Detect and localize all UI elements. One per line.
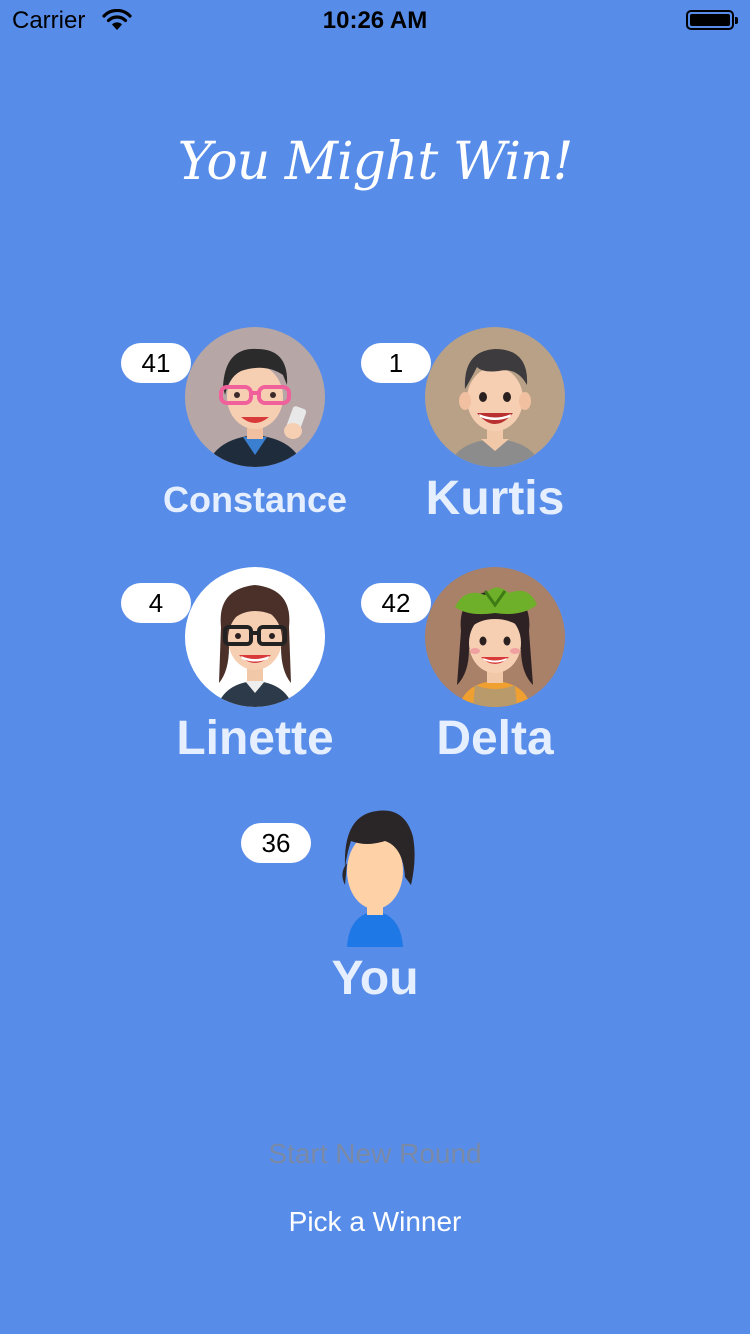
avatar-delta xyxy=(425,567,565,707)
delta-portrait-icon xyxy=(455,587,537,707)
avatar-you xyxy=(305,807,445,947)
battery-icon xyxy=(686,10,738,30)
kurtis-portrait-icon xyxy=(449,349,541,467)
avatar-constance xyxy=(185,327,325,467)
page-title: You Might Win! xyxy=(177,132,574,192)
start-new-round-button[interactable]: Start New Round xyxy=(0,1138,750,1170)
avatar-linette xyxy=(185,567,325,707)
score-badge: 41 xyxy=(121,343,191,383)
linette-portrait-icon xyxy=(217,585,293,707)
score-badge: 4 xyxy=(121,583,191,623)
player-name: Linette xyxy=(176,712,334,765)
score-badge: 36 xyxy=(241,823,311,863)
score-badge: 42 xyxy=(361,583,431,623)
pick-a-winner-button[interactable]: Pick a Winner xyxy=(0,1206,750,1238)
player-name: Constance xyxy=(162,479,348,520)
status-bar: Carrier 10:26 AM xyxy=(0,0,750,40)
player-name: You xyxy=(331,952,419,1005)
player-name: Kurtis xyxy=(425,472,565,525)
default-user-avatar-icon xyxy=(342,810,415,947)
avatar-kurtis xyxy=(425,327,565,467)
score-badge: 1 xyxy=(361,343,431,383)
player-name: Delta xyxy=(436,712,554,765)
constance-portrait-icon xyxy=(207,348,307,467)
clock: 10:26 AM xyxy=(322,7,428,34)
